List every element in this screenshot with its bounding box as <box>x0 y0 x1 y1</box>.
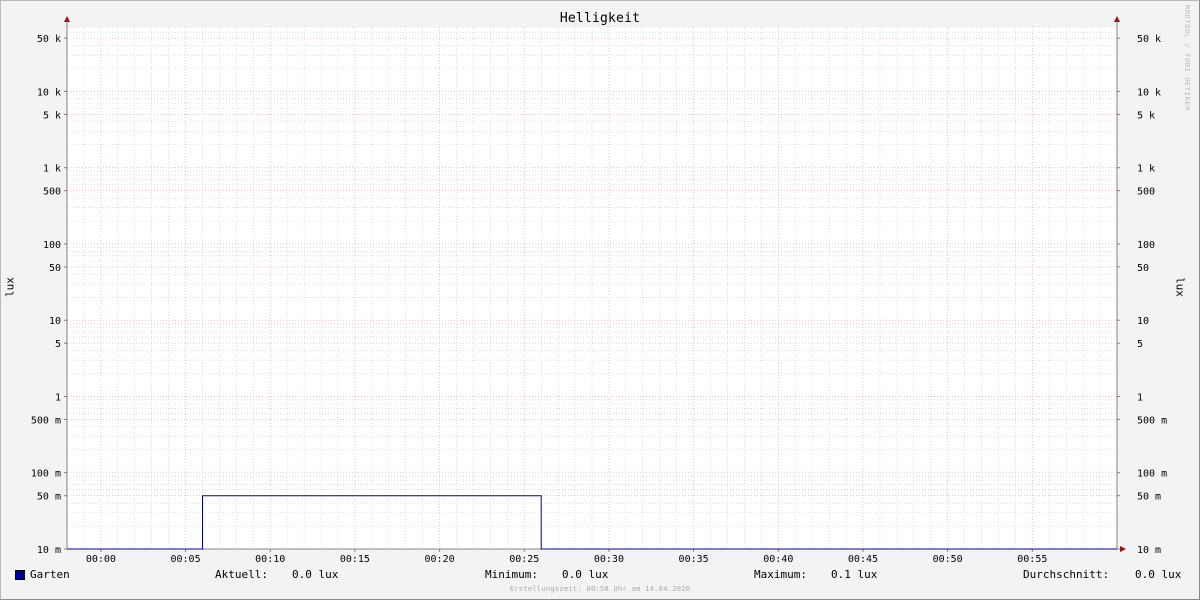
creation-timestamp: Erstellungszeit: 00:58 Uhr am 14.04.2026 <box>509 585 691 593</box>
y-tick-label-right: 50 m <box>1137 492 1161 503</box>
y-tick-label-left: 5 k <box>43 110 61 121</box>
y-tick-label-left: 500 <box>43 187 61 198</box>
y-tick-label-right: 1 k <box>1137 164 1155 175</box>
legend-swatch-garten <box>15 570 25 580</box>
legend-min-value: 0.0 lux <box>562 568 609 581</box>
x-axis-arrow <box>1120 546 1126 552</box>
x-tick-label: 00:30 <box>594 554 624 565</box>
y-tick-label-right: 100 m <box>1137 469 1167 480</box>
y-tick-label-left: 50 k <box>37 34 61 45</box>
y-axis-arrow-right <box>1114 16 1120 22</box>
x-tick-label: 00:55 <box>1017 554 1047 565</box>
y-tick-label-left: 500 m <box>31 415 61 426</box>
y-tick-label-left: 10 k <box>37 87 61 98</box>
y-tick-label-right: 5 <box>1137 339 1143 350</box>
x-tick-label: 00:10 <box>255 554 285 565</box>
y-tick-label-right: 50 k <box>1137 34 1161 45</box>
x-tick-label: 00:25 <box>509 554 539 565</box>
y-tick-label-left: 10 <box>49 316 61 327</box>
x-tick-label: 00:45 <box>848 554 878 565</box>
x-tick-labels: 00:00 00:05 00:10 00:15 00:20 00:25 00:30 00:35… <box>86 554 1048 565</box>
x-tick-label: 00:20 <box>425 554 455 565</box>
legend-max-label: Maximum: <box>754 568 807 581</box>
legend-current-value: 0.0 lux <box>292 568 339 581</box>
y-tick-label-left: 5 <box>55 339 61 350</box>
y-tick-label-left: 1 k <box>43 164 61 175</box>
legend-avg-value: 0.0 lux <box>1135 568 1182 581</box>
y-tick-label-left: 50 m <box>37 492 61 503</box>
plot-area: 10 m 10 m 50 m 50 m 100 m 100 m 500 m 500 m 1 1 5 5… <box>31 16 1167 565</box>
legend-current-label: Aktuell: <box>215 568 268 581</box>
y-tick-label-left: 100 <box>43 240 61 251</box>
legend-avg-label: Durchschnitt: <box>1023 568 1110 581</box>
legend-min-label: Minimum: <box>485 568 538 581</box>
y-tick-label-right: 10 <box>1137 316 1149 327</box>
y-tick-label-left: 50 <box>49 263 61 274</box>
y-tick-label-left: 10 m <box>37 545 61 556</box>
y-tick-label-right: 500 m <box>1137 415 1167 426</box>
x-tick-label: 00:40 <box>763 554 793 565</box>
y-tick-label-left: 1 <box>55 392 61 403</box>
y-tick-label-right: 10 m <box>1137 545 1161 556</box>
y-tick-label-right: 500 <box>1137 187 1155 198</box>
y-tick-label-right: 50 <box>1137 263 1149 274</box>
x-tick-label: 00:50 <box>933 554 963 565</box>
legend-series-name: Garten <box>30 568 70 581</box>
y-tick-label-right: 10 k <box>1137 87 1161 98</box>
y-tick-label-right: 100 <box>1137 240 1155 251</box>
y-tick-label-left: 100 m <box>31 469 61 480</box>
x-tick-label: 00:00 <box>86 554 116 565</box>
x-tick-label: 00:35 <box>679 554 709 565</box>
y-tick-label-right: 1 <box>1137 392 1143 403</box>
x-tick-label: 00:15 <box>340 554 370 565</box>
y-tick-label-right: 5 k <box>1137 110 1155 121</box>
y-axis-arrow-left <box>64 16 70 22</box>
x-tick-label: 00:05 <box>170 554 200 565</box>
legend-max-value: 0.1 lux <box>831 568 878 581</box>
